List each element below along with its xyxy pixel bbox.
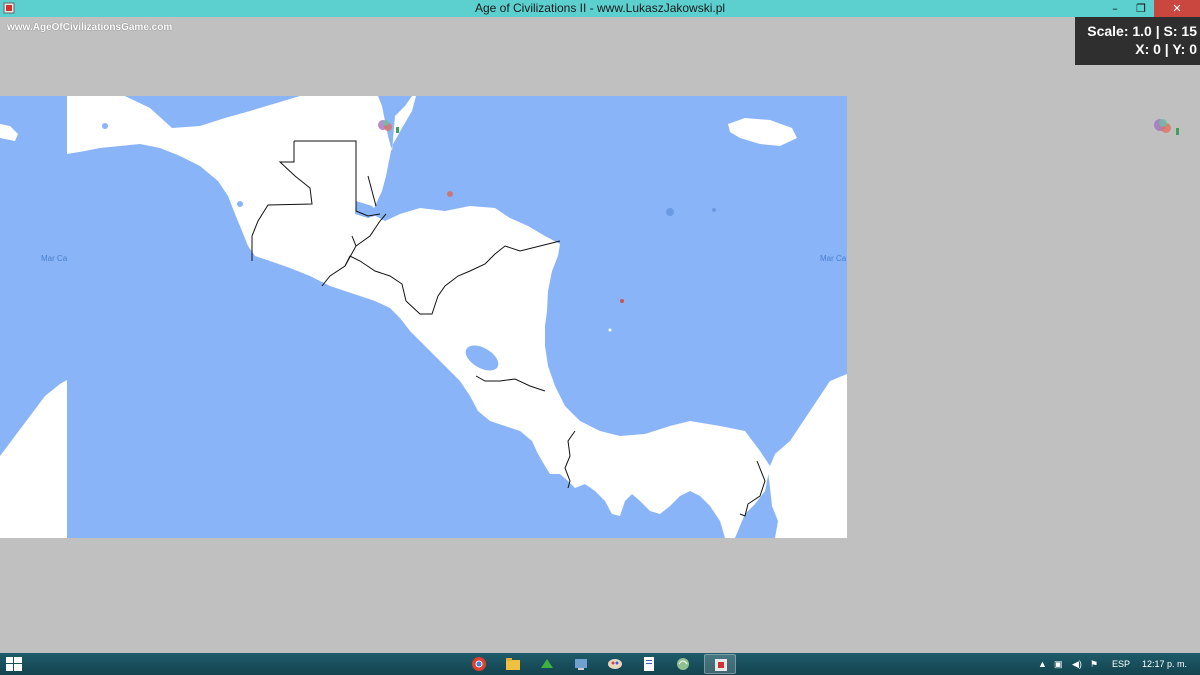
- civilization-marker-offscreen[interactable]: [1152, 116, 1182, 138]
- island: [237, 201, 243, 207]
- maximize-button[interactable]: ❐: [1128, 0, 1154, 17]
- civilization-marker-belize[interactable]: [376, 117, 402, 135]
- java-app-icon: [715, 659, 727, 671]
- tray-volume-icon[interactable]: ◀): [1072, 653, 1082, 675]
- minimize-button[interactable]: –: [1102, 0, 1128, 17]
- taskbar-app-launcher[interactable]: [531, 654, 563, 674]
- taskbar-app-network[interactable]: [667, 654, 699, 674]
- file-explorer-icon: [506, 658, 520, 670]
- taskbar-app-chrome[interactable]: [463, 654, 495, 674]
- taskbar-app-control[interactable]: [565, 654, 597, 674]
- chrome-icon: [472, 657, 486, 671]
- coordinates-readout: X: 0 | Y: 0: [1135, 41, 1197, 57]
- game-launcher-icon: [541, 659, 553, 668]
- island: [666, 208, 674, 216]
- sea-label-left: Mar Ca: [41, 254, 68, 263]
- close-button[interactable]: ✕: [1154, 0, 1200, 17]
- tray-flag-icon[interactable]: ⚑: [1090, 653, 1098, 675]
- game-viewport[interactable]: www.AgeOfCivilizationsGame.com Scale: 1.…: [0, 17, 1200, 653]
- clock[interactable]: 12:17 p. m.: [1142, 653, 1187, 675]
- island: [102, 123, 108, 129]
- website-label: www.AgeOfCivilizationsGame.com: [7, 22, 173, 33]
- taskbar-app-document[interactable]: [633, 654, 665, 674]
- island: [157, 193, 163, 199]
- world-map[interactable]: [0, 96, 847, 538]
- window-title: Age of Civilizations II - www.LukaszJako…: [474, 1, 726, 15]
- taskbar: ▲ ▣ ◀) ⚑ ESP 12:17 p. m.: [0, 653, 1200, 675]
- scale-info-panel: Scale: 1.0 | S: 15 X: 0 | Y: 0: [1075, 17, 1200, 65]
- document-icon: [644, 657, 654, 671]
- network-icon: [677, 658, 689, 670]
- island: [447, 191, 453, 197]
- island: [712, 208, 716, 212]
- island: [608, 328, 612, 332]
- paint-icon: [608, 659, 622, 669]
- sea-label-right: Mar Ca: [820, 254, 847, 263]
- control-panel-icon: [575, 659, 587, 670]
- island: [620, 299, 624, 303]
- island: [609, 505, 615, 511]
- language-indicator[interactable]: ESP: [1112, 653, 1130, 675]
- taskbar-app-java[interactable]: [704, 654, 736, 674]
- window-title-bar[interactable]: Age of Civilizations II - www.LukaszJako…: [0, 0, 1200, 17]
- start-button[interactable]: [6, 657, 22, 671]
- taskbar-app-explorer[interactable]: [497, 654, 529, 674]
- taskbar-app-paint[interactable]: [599, 654, 631, 674]
- tray-network-icon[interactable]: ▣: [1054, 653, 1063, 675]
- tray-expand-icon[interactable]: ▲: [1038, 653, 1047, 675]
- scale-readout: Scale: 1.0 | S: 15: [1087, 23, 1197, 39]
